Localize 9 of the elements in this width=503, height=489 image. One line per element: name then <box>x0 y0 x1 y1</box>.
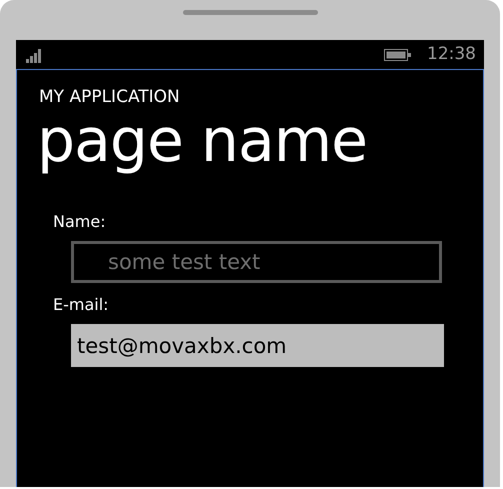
clock-time: 12:38 <box>427 42 476 66</box>
field-label: E-mail: <box>53 295 110 315</box>
text-field[interactable]: test@movaxbx.com <box>71 324 444 367</box>
field-label: Name: <box>53 212 107 232</box>
app-title: MY APPLICATION <box>39 86 181 108</box>
page-title: page name <box>37 108 368 174</box>
battery-icon <box>384 48 411 60</box>
text-field[interactable]: some test text <box>71 241 442 283</box>
signal-icon <box>26 46 44 62</box>
